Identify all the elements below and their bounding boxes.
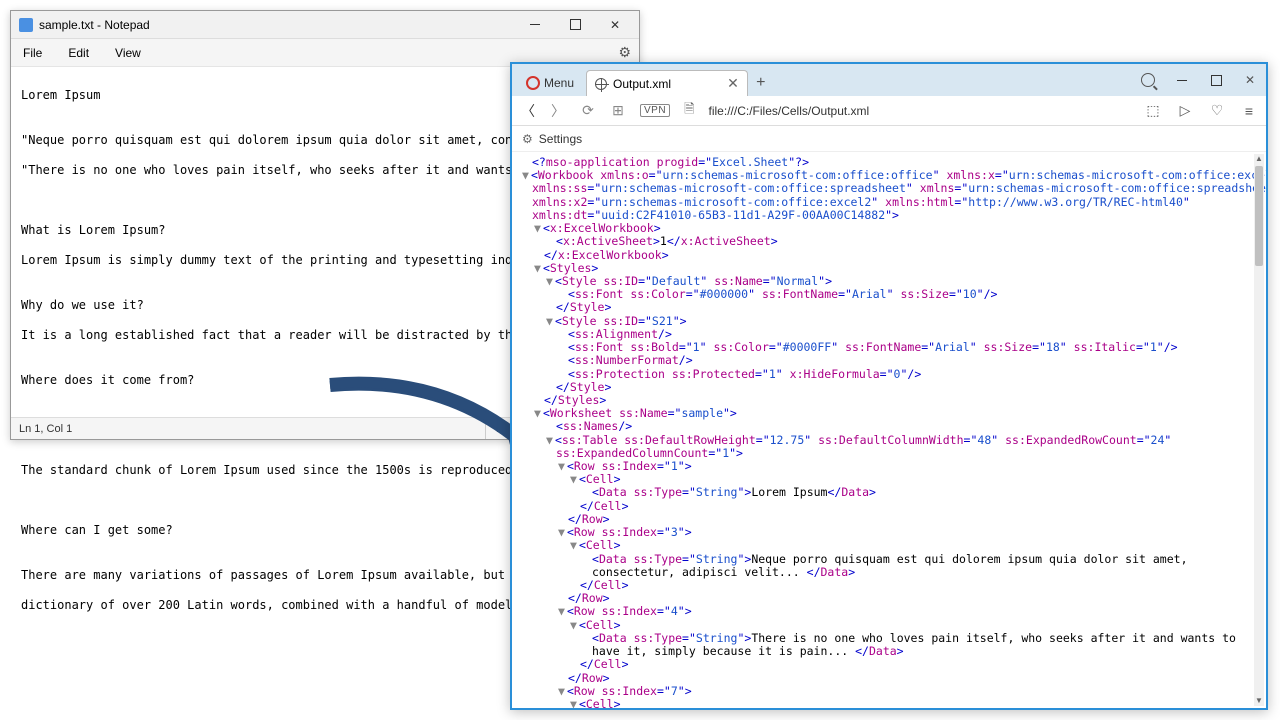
send-icon[interactable]: ▷	[1176, 102, 1194, 119]
opera-tabbar: Menu Output.xml ✕ +	[512, 64, 1266, 96]
scroll-down-icon[interactable]: ▼	[1254, 696, 1264, 706]
browser-maximize-button[interactable]	[1204, 68, 1228, 92]
menu-view[interactable]: View	[111, 44, 145, 62]
scrollbar[interactable]: ▲ ▼	[1254, 154, 1264, 706]
status-position: Ln 1, Col 1	[11, 423, 72, 435]
notepad-icon	[19, 18, 33, 32]
snapshot-icon[interactable]: ⬚	[1144, 102, 1162, 119]
forward-icon[interactable]: 〉	[550, 101, 566, 121]
back-icon[interactable]: 〈	[520, 101, 536, 121]
search-icon	[1141, 73, 1155, 87]
browser-close-button[interactable]	[1238, 68, 1262, 92]
easy-setup-icon[interactable]: ≡	[1240, 103, 1258, 119]
new-tab-button[interactable]: +	[748, 70, 774, 96]
scroll-thumb[interactable]	[1255, 166, 1263, 266]
heart-icon[interactable]: ♡	[1208, 102, 1226, 119]
vpn-badge[interactable]: VPN	[640, 104, 670, 117]
globe-icon	[595, 78, 607, 90]
url-field[interactable]: file:///C:/Files/Cells/Output.xml	[709, 104, 870, 118]
settings-label: Settings	[539, 132, 582, 146]
gear-icon: ⚙	[522, 132, 533, 146]
opera-window: Menu Output.xml ✕ + 〈 〉 ⟳ VPN 🗎 file:///…	[510, 62, 1268, 710]
menu-edit[interactable]: Edit	[64, 44, 93, 62]
tab-title: Output.xml	[613, 77, 671, 91]
close-button[interactable]	[595, 11, 635, 39]
opera-icon	[526, 76, 540, 90]
file-icon: 🗎	[684, 100, 694, 122]
xml-viewer: <?mso-application progid="Excel.Sheet"?>…	[512, 154, 1266, 708]
browser-search-button[interactable]	[1136, 68, 1160, 92]
gear-icon[interactable]: ⚙	[618, 44, 631, 61]
notepad-titlebar[interactable]: sample.txt - Notepad	[11, 11, 639, 39]
settings-bar[interactable]: ⚙ Settings	[512, 126, 1266, 152]
scroll-up-icon[interactable]: ▲	[1254, 154, 1264, 164]
maximize-button[interactable]	[555, 11, 595, 39]
reload-icon[interactable]: ⟳	[580, 102, 596, 119]
tab-close-icon[interactable]: ✕	[727, 75, 739, 92]
menu-file[interactable]: File	[19, 44, 46, 62]
notepad-title: sample.txt - Notepad	[39, 18, 515, 32]
speed-dial-icon[interactable]	[610, 102, 626, 119]
minimize-button[interactable]	[515, 11, 555, 39]
browser-minimize-button[interactable]	[1170, 68, 1194, 92]
browser-tab[interactable]: Output.xml ✕	[586, 70, 748, 96]
address-bar: 〈 〉 ⟳ VPN 🗎 file:///C:/Files/Cells/Outpu…	[512, 96, 1266, 126]
opera-menu-button[interactable]: Menu	[518, 70, 586, 96]
